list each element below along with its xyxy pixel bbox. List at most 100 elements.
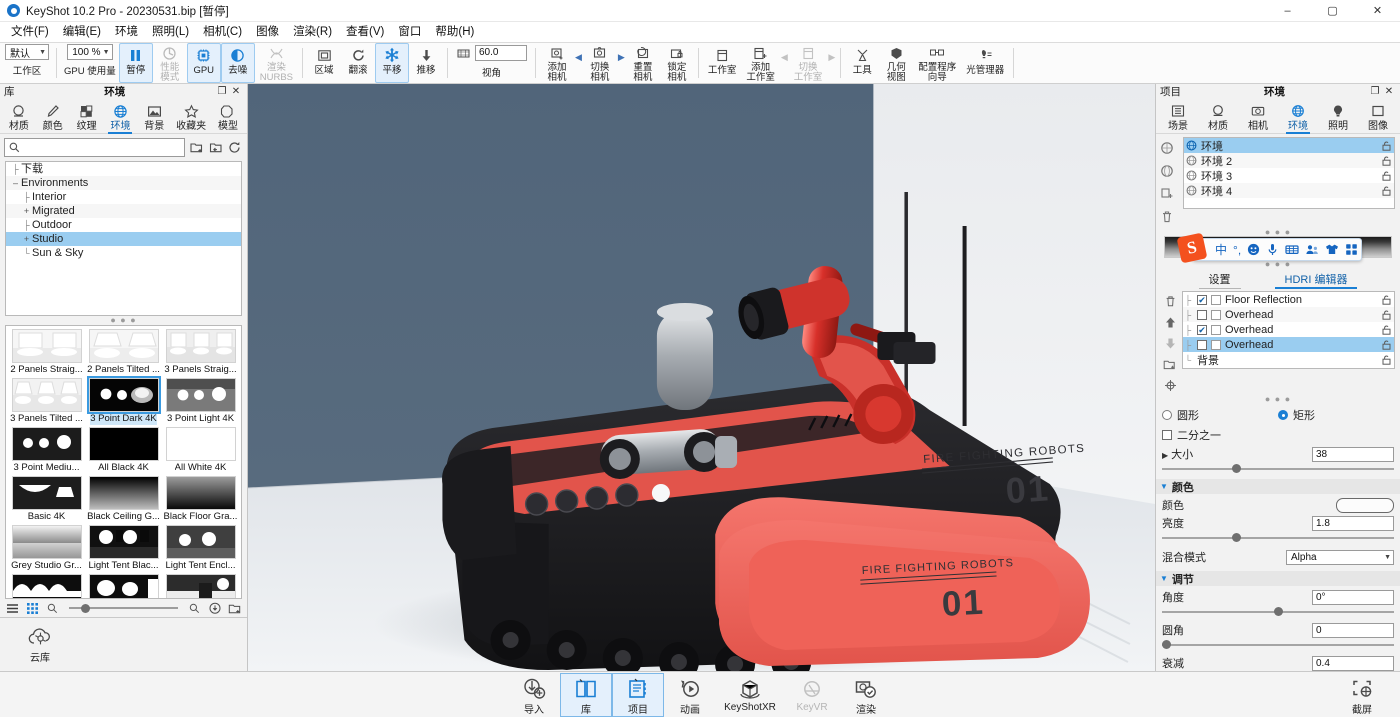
prev-studio-arrow[interactable]: ◀ [780,43,789,83]
keyshotxr-button[interactable]: KeyShotXR [716,673,784,717]
menu-camera[interactable]: 相机(C) [196,22,249,42]
ime-menu-icon[interactable] [1345,243,1358,256]
render-button[interactable]: 渲染 [840,673,892,717]
folder-open-icon[interactable] [227,601,242,616]
falloff-input[interactable]: 0.4 [1312,656,1394,671]
brightness-slider[interactable] [1162,532,1394,544]
trash-icon[interactable] [1162,293,1178,309]
animation-button[interactable]: 动画 [664,673,716,717]
denoise-button[interactable]: 去噪 [221,43,255,83]
environment-list[interactable]: 环境环境 2环境 3环境 4 [1183,137,1395,209]
tab-textures[interactable]: 纹理 [73,100,101,133]
size-input[interactable]: 38 [1312,447,1394,462]
angle-input[interactable]: 0° [1312,590,1394,605]
pan-button[interactable]: 平移 [375,43,409,83]
pause-button[interactable]: 暂停 [119,43,153,83]
gpu-button[interactable]: GPU [187,43,221,83]
menu-render[interactable]: 渲染(R) [286,22,339,42]
env-row-1[interactable]: 环境 [1184,138,1394,153]
thumb-black-floor-gradient[interactable]: Black Floor Gra... [163,476,238,523]
lock-icon[interactable] [1382,355,1391,365]
layer-color-box[interactable] [1211,340,1221,350]
arrow-down-icon[interactable] [1162,335,1178,351]
tumble-button[interactable]: 翻滚 [341,43,375,83]
menu-file[interactable]: 文件(F) [4,22,56,42]
environment-tree[interactable]: ├ 下载 – Environments ├ Interior + Migrate… [5,161,242,316]
tab-material[interactable]: 材质 [1204,100,1232,133]
switch-studio-button[interactable]: 切换 工作室 [789,43,828,83]
menu-view[interactable]: 查看(V) [339,22,391,42]
arrow-up-icon[interactable] [1162,314,1178,330]
thumb-all-black-4k[interactable]: All Black 4K [86,427,161,474]
region-button[interactable]: 区域 [307,43,341,83]
add-copy-icon[interactable] [1159,186,1175,202]
close-icon[interactable]: ✕ [229,86,243,97]
folder-add-icon[interactable] [1162,356,1178,372]
grid-view-icon[interactable] [25,601,40,616]
tab-materials[interactable]: 材质 [5,100,33,133]
keyvr-button[interactable]: KeyVR [784,673,840,717]
refresh-icon[interactable] [227,140,242,155]
ime-skin-icon[interactable] [1325,243,1339,256]
ime-emoji-icon[interactable] [1247,243,1260,256]
thumb-3-point-dark-4k[interactable]: 3 Point Dark 4K [86,378,161,425]
zoom-in-icon[interactable] [187,601,202,616]
env-row-2[interactable]: 环境 2 [1184,153,1394,168]
thumbnail-size-slider[interactable] [69,607,178,609]
ime-keyboard-icon[interactable] [1285,243,1299,256]
gpu-usage-selector[interactable]: 100 % ▼ GPU 使用量 [61,43,119,83]
tab-colors[interactable]: 颜色 [39,100,67,133]
angle-slider[interactable] [1162,606,1394,618]
blend-mode-select[interactable]: Alpha ▼ [1286,550,1394,565]
next-studio-arrow[interactable]: ▶ [827,43,836,83]
cloud-download-icon[interactable] [207,601,222,616]
menu-environment[interactable]: 环境 [108,22,145,42]
studio-button[interactable]: 工作室 [703,43,742,83]
thumb-3-panels-tilted[interactable]: 3 Panels Tilted ... [9,378,84,425]
tree-item-studio[interactable]: + Studio [6,232,241,246]
thumb-black-ceiling-gradient[interactable]: Black Ceiling G... [86,476,161,523]
chevron-right-icon[interactable]: ▶ [1162,451,1168,460]
tab-environment[interactable]: 环境 [1284,100,1312,133]
tree-twisty-environments[interactable]: – [10,176,21,190]
tree-item-interior[interactable]: ├ Interior [6,190,241,204]
color-section-header[interactable]: ▼ 颜色 [1156,479,1400,494]
ime-chinese-icon[interactable]: 中 [1215,241,1227,258]
add-camera-button[interactable]: 添加 相机 [540,43,574,83]
layer-overhead-1[interactable]: ├Overhead [1183,307,1394,322]
switch-camera-button[interactable]: 切换 相机 [583,43,617,83]
layer-visibility-checkbox[interactable] [1197,310,1207,320]
layer-visibility-checkbox[interactable]: ✔ [1197,325,1207,335]
thumb-basic-4k[interactable]: Basic 4K [9,476,84,523]
menu-edit[interactable]: 编辑(E) [56,22,108,42]
radio-circle[interactable] [1162,410,1172,420]
layer-visibility-checkbox[interactable] [1197,340,1207,350]
thumb-2-panels-tilted[interactable]: 2 Panels Tilted ... [86,329,161,376]
restore-icon[interactable]: ❐ [215,86,229,97]
tools-button[interactable]: 工具 [845,43,879,83]
lock-camera-button[interactable]: 锁定 相机 [660,43,694,83]
thumb-light-tent-single[interactable]: Light Tent Singl... [163,574,238,599]
shape-rect-option[interactable]: 矩形 [1278,407,1394,423]
light-manager-button[interactable]: 光管理器 [961,43,1009,83]
splitter-handle[interactable]: ● ● ● [1156,395,1400,403]
workspace-selector[interactable]: 默认 ▼ 工作区 [2,43,52,83]
menu-lighting[interactable]: 照明(L) [145,22,196,42]
search-box[interactable] [4,138,185,157]
folder-add-icon[interactable] [189,140,204,155]
project-button[interactable]: 项目 [612,673,664,717]
ime-voice-icon[interactable] [1266,243,1279,256]
tab-scene[interactable]: 场景 [1164,100,1192,133]
tab-lighting[interactable]: 照明 [1324,100,1352,133]
trash-icon[interactable] [1159,209,1175,225]
next-camera-arrow[interactable]: ▶ [617,43,626,83]
tree-item-environments[interactable]: – Environments [6,176,241,190]
fov-input[interactable]: 60.0 [475,45,527,61]
performance-mode-button[interactable]: 性能 模式 [153,43,187,83]
layer-color-box[interactable] [1211,295,1221,305]
environment-globe-icon[interactable] [1159,163,1175,179]
ime-punctuation-icon[interactable]: °, [1233,243,1241,257]
layer-floor-reflection[interactable]: ├✔Floor Reflection [1183,292,1394,307]
tab-backplates[interactable]: 背景 [140,100,168,133]
tree-twisty-migrated[interactable]: + [21,204,32,218]
